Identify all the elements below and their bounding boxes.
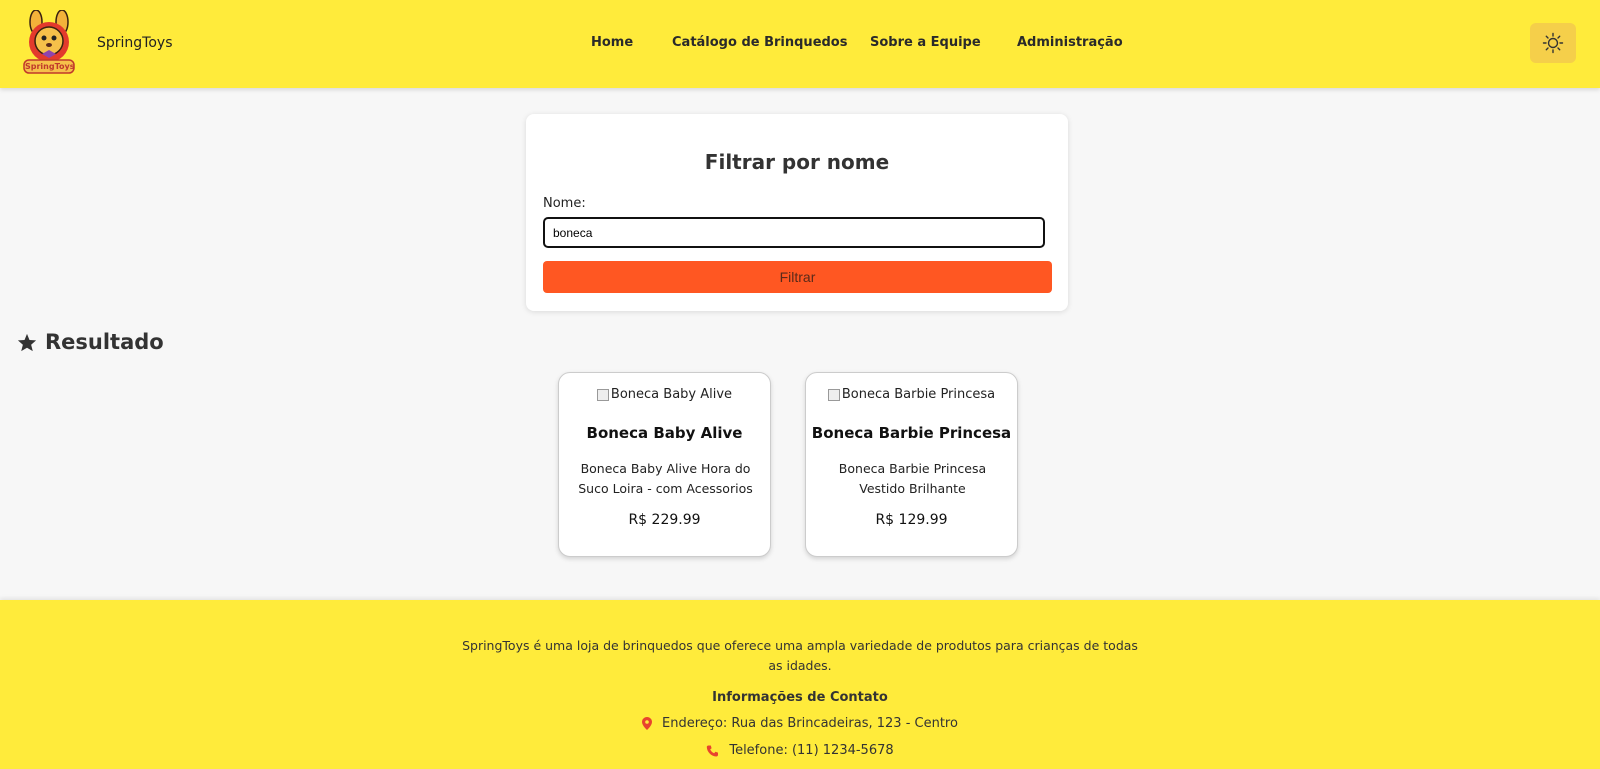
filter-button[interactable]: Filtrar <box>543 261 1052 293</box>
nav-catalog[interactable]: Catálogo de Brinquedos <box>672 35 847 50</box>
broken-image-icon <box>827 388 840 401</box>
product-image: Boneca Barbie Princesa <box>806 387 1017 402</box>
phone-text: Telefone: (11) 1234-5678 <box>729 743 894 758</box>
product-image-alt: Boneca Baby Alive <box>610 387 733 402</box>
contact-title: Informações de Contato <box>712 690 888 705</box>
main-nav: Home Catálogo de Brinquedos Sobre a Equi… <box>0 35 1600 55</box>
site-footer: SpringToys é uma loja de brinquedos que … <box>0 600 1600 769</box>
product-price: R$ 129.99 <box>875 512 948 528</box>
nav-admin[interactable]: Administração <box>1017 35 1123 50</box>
name-filter-input[interactable] <box>543 217 1045 248</box>
results-heading: Resultado <box>17 330 164 354</box>
product-description: Boneca Baby Alive Hora do Suco Loira - c… <box>578 461 753 496</box>
sun-icon <box>1542 32 1564 54</box>
product-card[interactable]: Boneca Baby Alive Boneca Baby Alive Bone… <box>558 372 771 557</box>
product-name: Boneca Baby Alive <box>586 424 743 442</box>
product-price: R$ 229.99 <box>628 512 701 528</box>
theme-toggle-button[interactable] <box>1530 23 1576 63</box>
product-description: Boneca Barbie Princesa Vestido Brilhante <box>838 461 987 496</box>
filter-card: Filtrar por nome Nome: Filtrar <box>526 114 1068 311</box>
address-text: Endereço: Rua das Brincadeiras, 123 - Ce… <box>662 716 958 731</box>
product-card[interactable]: Boneca Barbie Princesa Boneca Barbie Pri… <box>805 372 1018 557</box>
star-icon <box>17 333 37 351</box>
nav-team[interactable]: Sobre a Equipe <box>870 35 981 50</box>
footer-address: Endereço: Rua das Brincadeiras, 123 - Ce… <box>0 716 1600 731</box>
filter-title: Filtrar por nome <box>704 150 890 174</box>
product-image-alt: Boneca Barbie Princesa <box>841 387 996 402</box>
footer-about: SpringToys é uma loja de brinquedos que … <box>462 638 1138 673</box>
broken-image-icon <box>596 388 609 401</box>
phone-icon <box>707 745 719 756</box>
results-title: Resultado <box>45 330 164 354</box>
product-name: Boneca Barbie Princesa <box>811 424 1012 442</box>
map-pin-icon <box>642 717 653 730</box>
nav-home[interactable]: Home <box>591 35 633 50</box>
name-label: Nome: <box>543 196 586 211</box>
site-header: SpringToys SpringToys Home Catálogo de B… <box>0 0 1600 88</box>
logo-text: SpringToys <box>25 62 75 71</box>
footer-phone: Telefone: (11) 1234-5678 <box>0 743 1600 758</box>
product-image: Boneca Baby Alive <box>559 387 770 402</box>
